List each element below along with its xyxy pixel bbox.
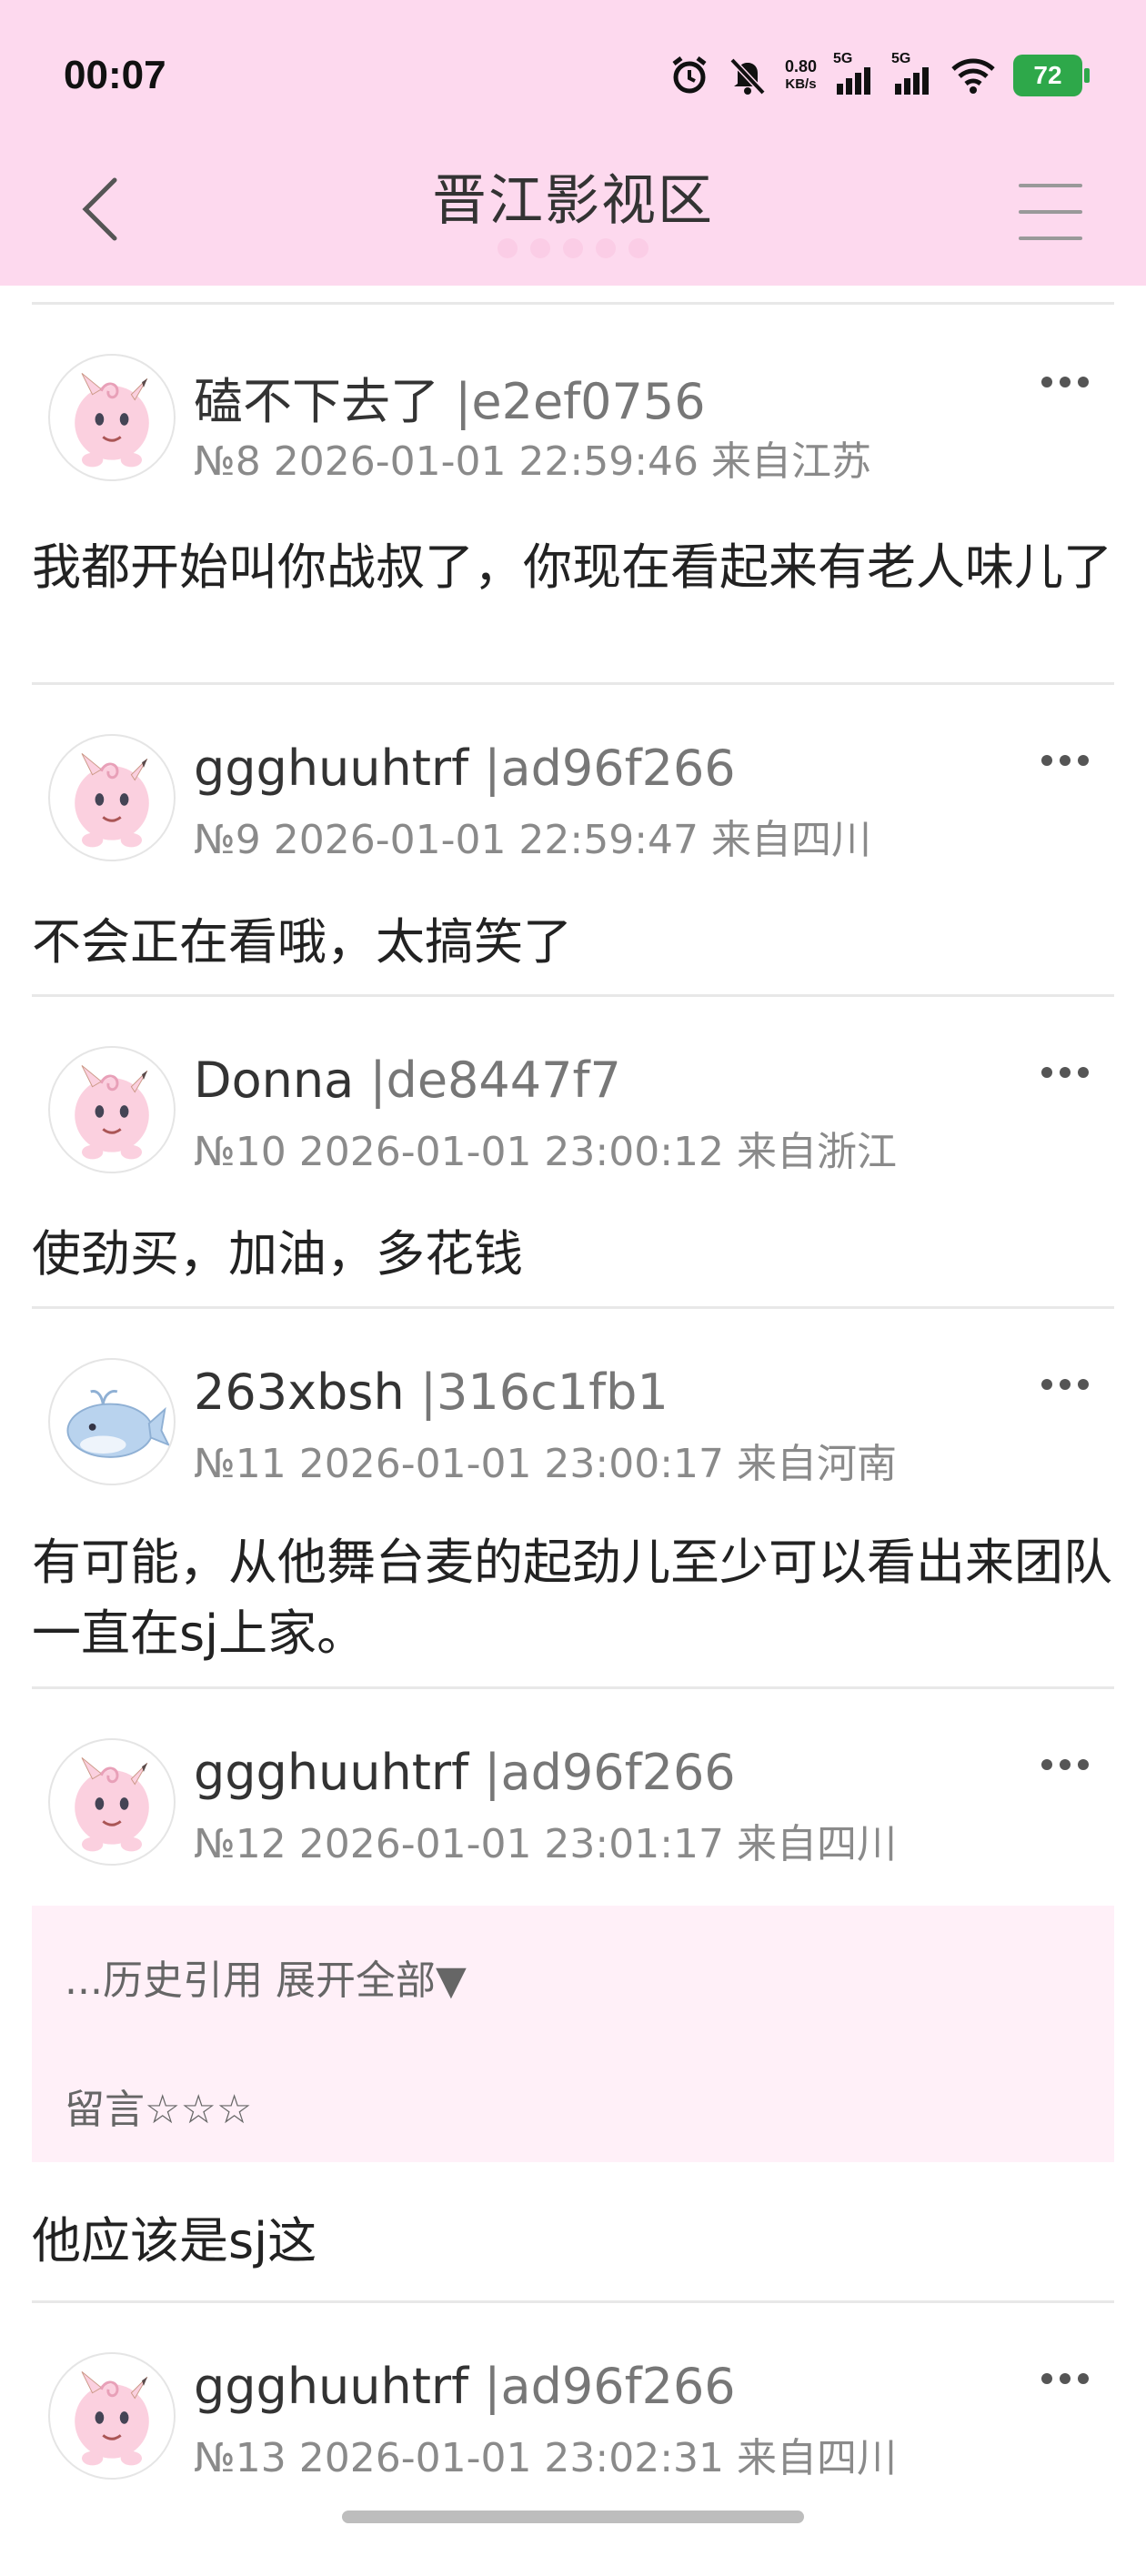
expand-history-link[interactable]: ...历史引用 展开全部▼ [65, 1947, 467, 2006]
dot [596, 238, 616, 258]
post-meta: №9 2026-01-01 22:59:47 来自四川 [194, 817, 872, 863]
dot [498, 238, 518, 258]
post-item: 磕不下去了 |e2ef0756 №8 2026-01-01 22:59:46 来… [32, 305, 1114, 682]
post-meta: №8 2026-01-01 22:59:46 来自江苏 [194, 438, 872, 485]
username[interactable]: Donna |de8447f7 [194, 1052, 621, 1109]
avatar-pink-pokemon[interactable] [48, 734, 176, 861]
post-item: ggghuuhtrf |ad96f266 №9 2026-01-01 22:59… [32, 685, 1114, 994]
alarm-icon [672, 56, 707, 94]
menu-icon[interactable] [1019, 184, 1082, 240]
username-text: 磕不下去了 [194, 373, 439, 430]
quoted-message: 留言☆☆☆ [65, 2087, 253, 2133]
post-item: 263xbsh |316c1fb1 №11 2026-01-01 23:00:1… [32, 1309, 1114, 1686]
post-content: 使劲买，加油，多花钱 [32, 1225, 523, 1283]
signal-icon [837, 67, 870, 95]
net-speed-unit: KB/s [785, 76, 817, 92]
user-id: |ad96f266 [484, 740, 736, 797]
username[interactable]: ggghuuhtrf |ad96f266 [194, 740, 736, 797]
battery-indicator: 72 [1013, 55, 1090, 96]
more-options-icon[interactable] [1041, 1751, 1096, 1778]
avatar-pink-pokemon[interactable] [48, 1738, 176, 1866]
net-speed-value: 0.80 [784, 57, 817, 75]
post-content: 有可能，从他舞台麦的起劲儿至少可以看出来团队一直在sj上家。 [32, 1534, 1112, 1662]
post-meta: №11 2026-01-01 23:00:17 来自河南 [194, 1441, 898, 1487]
signal-icon [895, 67, 929, 95]
username-text: ggghuuhtrf [194, 740, 469, 797]
more-options-icon[interactable] [1041, 747, 1096, 774]
status-time: 00:07 [64, 53, 166, 97]
post-feed: 磕不下去了 |e2ef0756 №8 2026-01-01 22:59:46 来… [32, 286, 1114, 2576]
mute-icon [729, 57, 766, 96]
more-options-icon[interactable] [1041, 368, 1096, 396]
dot [563, 238, 583, 258]
more-options-icon[interactable] [1041, 1371, 1096, 1398]
net-speed: 0.80 KB/s [785, 57, 817, 94]
user-id: |e2ef0756 [455, 373, 706, 430]
avatar-pink-pokemon[interactable] [48, 354, 176, 481]
user-id: |316c1fb1 [419, 1363, 668, 1421]
user-id: |ad96f266 [484, 1744, 736, 1801]
post-meta: №13 2026-01-01 23:02:31 来自四川 [194, 2435, 898, 2481]
avatar-pink-pokemon[interactable] [48, 2352, 176, 2480]
more-options-icon[interactable] [1041, 1059, 1096, 1086]
avatar-blue-whale[interactable] [48, 1358, 176, 1485]
more-options-icon[interactable] [1041, 2365, 1096, 2392]
user-id: |de8447f7 [369, 1052, 621, 1109]
status-icons: 0.80 KB/s 5G 5G 72 [668, 50, 1090, 101]
dot [628, 238, 648, 258]
post-meta: №12 2026-01-01 23:01:17 来自四川 [194, 1821, 898, 1867]
username[interactable]: ggghuuhtrf |ad96f266 [194, 1744, 736, 1801]
username-text: ggghuuhtrf [194, 1744, 469, 1801]
signal-sim1: 5G [833, 51, 875, 96]
username-text: 263xbsh [194, 1363, 405, 1421]
post-content: 我都开始叫你战叔了，你现在看起来有老人味儿了 [32, 538, 1112, 596]
username[interactable]: 磕不下去了 |e2ef0756 [194, 361, 706, 433]
post-content: 他应该是sj这 [32, 2212, 317, 2269]
page-title: 晋江影视区 [432, 169, 714, 233]
post-item: ggghuuhtrf |ad96f266 №13 2026-01-01 23:0… [32, 2303, 1114, 2576]
post-meta: №10 2026-01-01 23:00:12 来自浙江 [194, 1129, 898, 1175]
post-item: Donna |de8447f7 №10 2026-01-01 23:00:12 … [32, 997, 1114, 1306]
top-bar: 00:07 0.80 KB/s 5G 5G 72 晋江影视区 [0, 0, 1146, 286]
post-item: ggghuuhtrf |ad96f266 №12 2026-01-01 23:0… [32, 1689, 1114, 2300]
post-content: 不会正在看哦，太搞笑了 [32, 913, 572, 971]
username[interactable]: ggghuuhtrf |ad96f266 [194, 2358, 736, 2415]
home-indicator[interactable] [342, 2511, 804, 2523]
signal-sim2: 5G [891, 51, 933, 96]
username-text: ggghuuhtrf [194, 2358, 469, 2415]
wifi-icon [951, 58, 995, 94]
dot [530, 238, 550, 258]
quoted-history-block: ...历史引用 展开全部▼ 留言☆☆☆ [32, 1906, 1114, 2162]
username[interactable]: 263xbsh |316c1fb1 [194, 1363, 668, 1421]
username-text: Donna [194, 1052, 355, 1109]
page-indicator-dots [491, 238, 655, 258]
avatar-pink-pokemon[interactable] [48, 1046, 176, 1173]
user-id: |ad96f266 [484, 2358, 736, 2415]
